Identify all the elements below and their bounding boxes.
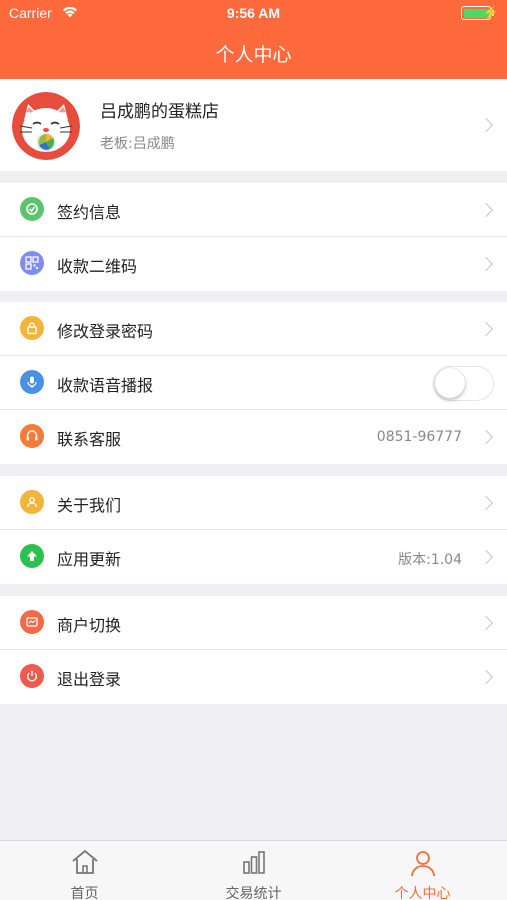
menu-item-label: 商户切换 <box>57 616 122 635</box>
owner-name: 吕成鹏 <box>132 136 175 152</box>
power-icon <box>20 664 44 688</box>
menu-item-label: 联系客服 <box>57 430 122 449</box>
chevron-right-icon <box>478 549 494 565</box>
chevron-right-icon <box>478 256 494 272</box>
tab-home[interactable]: 首页 <box>0 841 169 900</box>
chevron-right-icon <box>478 202 494 218</box>
qrcode-icon <box>20 251 44 275</box>
upload-icon <box>20 544 44 568</box>
menu-group-session: 商户切换 退出登录 <box>0 596 507 704</box>
store-name: 吕成鹏的蛋糕店 <box>100 102 219 122</box>
owner-label: 老板: <box>100 136 133 152</box>
owner-line: 老板:吕成鹏 <box>100 133 175 153</box>
chevron-right-icon <box>478 615 494 631</box>
microphone-icon <box>20 370 44 394</box>
toggle-knob <box>435 368 465 398</box>
profile-card[interactable]: 吕成鹏的蛋糕店 老板:吕成鹏 <box>0 79 507 171</box>
menu-group-about: 关于我们 应用更新 版本:1.04 <box>0 476 507 584</box>
tab-label: 交易统计 <box>225 886 282 900</box>
menu-item-service[interactable]: 联系客服 0851-96777 <box>0 410 507 464</box>
tab-label: 个人中心 <box>394 886 451 900</box>
service-phone: 0851-96777 <box>376 429 462 445</box>
headset-icon <box>20 424 44 448</box>
lock-icon <box>20 316 44 340</box>
tab-label: 首页 <box>70 886 99 900</box>
menu-item-label: 应用更新 <box>57 550 122 569</box>
battery-icon: ⚡ <box>461 5 499 20</box>
tab-profile[interactable]: 个人中心 <box>338 841 507 900</box>
header: Carrier 9:56 AM ⚡ 个人中心 <box>0 0 507 79</box>
store-avatar <box>12 92 80 160</box>
menu-item-label: 收款语音播报 <box>57 376 154 395</box>
menu-item-label: 退出登录 <box>57 670 122 689</box>
menu-item-label: 修改登录密码 <box>57 322 154 341</box>
voice-toggle[interactable] <box>433 366 494 401</box>
bar-chart-icon <box>239 848 269 880</box>
chevron-right-icon <box>478 321 494 337</box>
menu-item-about[interactable]: 关于我们 <box>0 476 507 530</box>
menu-item-label: 签约信息 <box>57 203 122 222</box>
menu-group-account: 签约信息 收款二维码 <box>0 183 507 291</box>
chevron-right-icon <box>478 669 494 685</box>
chevron-right-icon <box>478 429 494 445</box>
tab-stats[interactable]: 交易统计 <box>169 841 338 900</box>
menu-item-qrcode[interactable]: 收款二维码 <box>0 237 507 291</box>
contract-icon <box>20 197 44 221</box>
home-icon <box>70 848 100 880</box>
menu-item-logout[interactable]: 退出登录 <box>0 650 507 704</box>
app-version: 版本:1.04 <box>398 552 462 568</box>
chevron-right-icon <box>478 117 494 133</box>
menu-item-label: 收款二维码 <box>57 257 138 276</box>
menu-item-label: 关于我们 <box>57 496 122 515</box>
menu-item-password[interactable]: 修改登录密码 <box>0 302 507 356</box>
people-icon <box>20 490 44 514</box>
person-icon <box>408 848 438 882</box>
menu-item-voice: 收款语音播报 <box>0 356 507 410</box>
chevron-right-icon <box>478 495 494 511</box>
store-switch-icon <box>20 610 44 634</box>
menu-item-switch[interactable]: 商户切换 <box>0 596 507 650</box>
status-bar: Carrier 9:56 AM ⚡ <box>0 0 507 26</box>
menu-group-settings: 修改登录密码 收款语音播报 联系客服 0851-96777 <box>0 302 507 464</box>
page-title: 个人中心 <box>215 44 292 66</box>
menu-item-update[interactable]: 应用更新 版本:1.04 <box>0 530 507 584</box>
tab-bar: 首页 交易统计 个人中心 <box>0 840 507 900</box>
status-time: 9:56 AM <box>226 5 281 21</box>
menu-item-contract[interactable]: 签约信息 <box>0 183 507 237</box>
